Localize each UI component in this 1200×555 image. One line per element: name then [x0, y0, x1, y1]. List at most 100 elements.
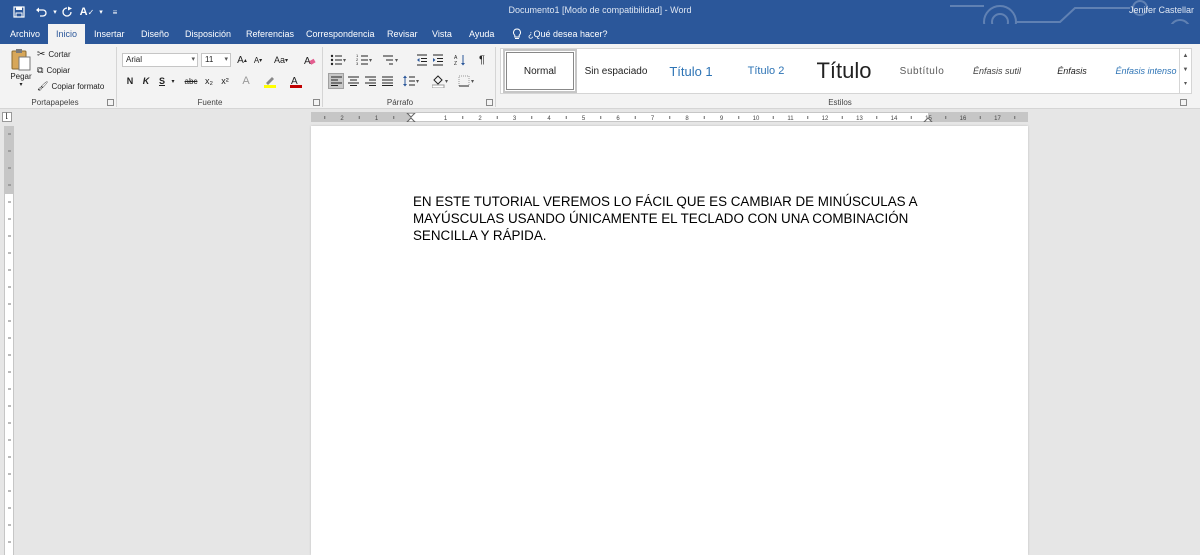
ribbon: Pegar ▾ ✂ Cortar ⧉ Copiar 🖌 Copiar forma… [0, 44, 1200, 109]
ruler-number: 3 [513, 116, 517, 122]
tab-correspondencia[interactable]: Correspondencia [298, 24, 383, 44]
styles-gallery: Normal Sin espaciado Título 1 Título 2 T… [500, 48, 1192, 94]
ruler-number: 1 [375, 116, 379, 122]
tell-me-search[interactable]: ¿Qué desea hacer? [512, 24, 608, 44]
tab-inicio[interactable]: Inicio [48, 24, 86, 44]
tab-vista[interactable]: Vista [424, 24, 460, 44]
style-emphasis[interactable]: Énfasis [1035, 49, 1109, 93]
style-intense-emphasis[interactable]: Énfasis intenso [1110, 49, 1182, 93]
style-heading-1[interactable]: Título 1 [654, 49, 728, 93]
ruler-number: 16 [960, 116, 967, 122]
ruler-number: 11 [787, 116, 794, 122]
shading-button[interactable]: ▾ [430, 73, 452, 89]
font-size-select[interactable]: 11 ▾ [201, 53, 231, 67]
align-right-button[interactable] [362, 73, 378, 89]
paragraph-group-label: Párrafo [386, 98, 414, 107]
vertical-ruler[interactable] [4, 126, 14, 555]
ruler-number: 17 [994, 116, 1001, 122]
align-center-button[interactable] [345, 73, 361, 89]
justify-button[interactable] [379, 73, 395, 89]
style-normal[interactable]: Normal [503, 49, 577, 93]
scroll-down-icon[interactable]: ▼ [1180, 63, 1191, 77]
copy-button[interactable]: ⧉ Copiar [37, 64, 70, 76]
sort-button[interactable]: AZ [452, 52, 468, 68]
indent-marker-icon[interactable] [406, 113, 416, 122]
increase-indent-icon [433, 54, 443, 66]
ruler-number: 5 [582, 116, 586, 122]
style-no-spacing[interactable]: Sin espaciado [579, 49, 653, 93]
increase-indent-button[interactable] [430, 52, 446, 68]
bold-button[interactable]: N [122, 73, 138, 89]
font-launcher-icon[interactable] [313, 99, 320, 106]
tab-selector[interactable]: ⌊ [2, 112, 12, 122]
vertical-ruler-ticks [8, 133, 11, 543]
font-name-select[interactable]: Arial ▾ [122, 53, 198, 67]
more-styles-icon[interactable]: ▾ [1180, 77, 1191, 91]
show-formatting-button[interactable]: ¶ [474, 52, 490, 68]
numbering-button[interactable]: 1 2 3 ▾ [354, 52, 376, 68]
font-color-button[interactable]: A [288, 73, 304, 89]
tell-me-label: ¿Qué desea hacer? [528, 29, 608, 39]
ruler-number: 9 [720, 116, 724, 122]
style-heading-2[interactable]: Título 2 [729, 49, 803, 93]
paragraph-launcher-icon[interactable] [486, 99, 493, 106]
svg-text:▾: ▾ [416, 79, 419, 85]
subscript-button[interactable]: x₂ [201, 73, 217, 89]
justify-icon [381, 76, 393, 86]
ruler-number: 4 [547, 116, 551, 122]
ruler-number: 6 [616, 116, 620, 122]
multilevel-list-button[interactable]: ▾ [380, 52, 402, 68]
style-subtle-emphasis[interactable]: Énfasis sutil [960, 49, 1034, 93]
clear-formatting-button[interactable]: A [302, 52, 318, 68]
decrease-indent-button[interactable] [414, 52, 430, 68]
bullets-icon: ▾ [330, 54, 346, 66]
copy-label: Copiar [46, 65, 71, 75]
document-body-text[interactable]: EN ESTE TUTORIAL VEREMOS LO FÁCIL QUE ES… [413, 193, 933, 244]
tab-referencias[interactable]: Referencias [238, 24, 302, 44]
gallery-scroll[interactable]: ▲ ▼ ▾ [1179, 49, 1191, 93]
strikethrough-button[interactable]: abc [181, 73, 201, 89]
align-center-icon [347, 76, 359, 86]
highlight-color-button[interactable] [262, 73, 278, 89]
style-title[interactable]: Título [804, 49, 884, 93]
italic-button[interactable]: K [138, 73, 154, 89]
scroll-up-icon[interactable]: ▲ [1180, 49, 1191, 63]
horizontal-ruler[interactable]: 3211234567891011121314151617 [311, 112, 1028, 122]
format-painter-button[interactable]: 🖌 Copiar formato [37, 80, 104, 92]
change-case-button[interactable]: Aa ▾ [270, 52, 292, 68]
tab-ayuda[interactable]: Ayuda [461, 24, 502, 44]
styles-launcher-icon[interactable] [1180, 99, 1187, 106]
superscript-button[interactable]: x² [217, 73, 233, 89]
ruler-number: 10 [753, 116, 760, 122]
clipboard-launcher-icon[interactable] [107, 99, 114, 106]
ruler-number: 1 [444, 116, 448, 122]
tab-revisar[interactable]: Revisar [379, 24, 426, 44]
cut-button[interactable]: ✂ Cortar [37, 48, 71, 60]
tab-insertar[interactable]: Insertar [86, 24, 133, 44]
copy-icon: ⧉ [37, 64, 44, 75]
borders-button[interactable]: ▾ [456, 73, 478, 89]
svg-text:▾: ▾ [369, 58, 372, 64]
text-effects-icon[interactable]: A [238, 73, 254, 89]
tab-diseno[interactable]: Diseño [133, 24, 177, 44]
paste-button[interactable]: Pegar ▾ [8, 48, 34, 92]
ruler-number: 12 [822, 116, 829, 122]
tab-archivo[interactable]: Archivo [2, 24, 48, 44]
paste-dropdown-icon: ▾ [19, 82, 23, 88]
paste-label: Pegar [10, 72, 32, 81]
align-left-icon [330, 76, 342, 86]
ruler-number: 2 [478, 116, 482, 122]
bullets-button[interactable]: ▾ [328, 52, 350, 68]
line-spacing-button[interactable]: ▾ [400, 73, 422, 89]
svg-text:3: 3 [356, 61, 359, 66]
sort-icon: AZ [454, 55, 465, 66]
styles-group-label: Estilos [828, 98, 852, 107]
group-separator [322, 47, 323, 107]
align-left-button[interactable] [328, 73, 344, 89]
underline-dropdown-icon[interactable]: ▾ [168, 73, 178, 89]
style-subtitle[interactable]: Subtítulo [885, 49, 959, 93]
tab-disposicion[interactable]: Disposición [177, 24, 239, 44]
document-page[interactable]: EN ESTE TUTORIAL VEREMOS LO FÁCIL QUE ES… [311, 126, 1028, 555]
grow-font-button[interactable]: A ▴ [234, 52, 250, 68]
shrink-font-button[interactable]: A ▾ [250, 52, 266, 68]
